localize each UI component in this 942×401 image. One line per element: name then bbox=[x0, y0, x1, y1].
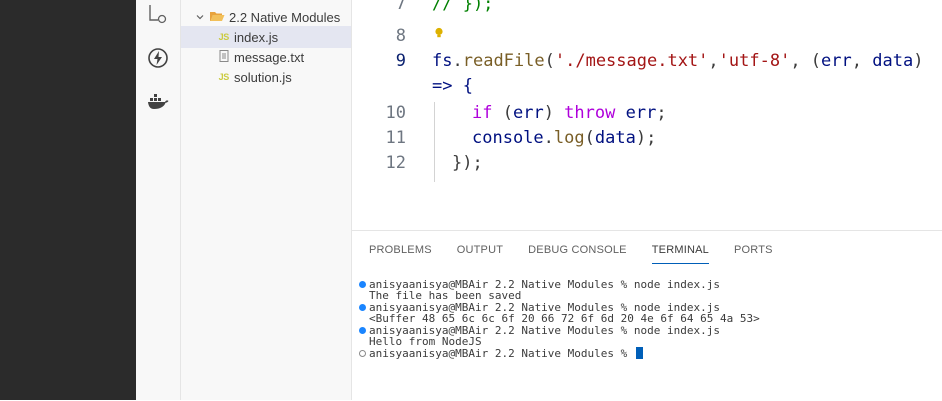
line-number: 12 bbox=[385, 153, 406, 173]
thunder-client-icon[interactable] bbox=[146, 46, 170, 70]
code-line-11: console.log(data); bbox=[472, 128, 656, 148]
line-number: 7 bbox=[395, 0, 406, 14]
folder-open-icon bbox=[209, 10, 229, 25]
bottom-panel: PROBLEMS OUTPUT DEBUG CONSOLE TERMINAL P… bbox=[352, 230, 942, 401]
remote-explorer-icon[interactable] bbox=[146, 2, 170, 26]
tab-debug-console[interactable]: DEBUG CONSOLE bbox=[528, 241, 627, 263]
file-label: index.js bbox=[234, 29, 279, 45]
command-success-icon bbox=[359, 304, 366, 312]
tab-output[interactable]: OUTPUT bbox=[457, 241, 503, 263]
code-token: ( bbox=[544, 51, 555, 71]
file-row-solution-js[interactable]: JS solution.js bbox=[181, 66, 351, 88]
code-token: err bbox=[512, 103, 544, 123]
activity-bar bbox=[136, 0, 181, 400]
code-token: ); bbox=[635, 128, 657, 148]
line-number: 9 bbox=[395, 51, 406, 71]
code-token: , ( bbox=[790, 51, 822, 71]
command-success-icon bbox=[359, 326, 366, 334]
code-token: , bbox=[708, 51, 719, 71]
code-token: => { bbox=[432, 76, 473, 96]
js-file-icon: JS bbox=[218, 72, 230, 82]
docker-icon[interactable] bbox=[146, 90, 170, 114]
code-line-7: // }); bbox=[432, 0, 493, 14]
terminal-text: Hello from NodeJS bbox=[369, 335, 482, 349]
js-file-icon: JS bbox=[218, 32, 230, 42]
code-line-10: if (err) throw err; bbox=[472, 103, 667, 123]
code-token: err bbox=[821, 51, 852, 71]
command-success-icon bbox=[359, 281, 366, 289]
code-token: ( bbox=[584, 128, 595, 148]
file-label: solution.js bbox=[234, 69, 292, 85]
line-number: 11 bbox=[385, 128, 406, 148]
code-token: }); bbox=[452, 153, 483, 173]
tab-problems[interactable]: PROBLEMS bbox=[369, 241, 432, 263]
desktop-background bbox=[0, 0, 136, 400]
comment: // }); bbox=[432, 0, 494, 14]
code-token: . bbox=[543, 128, 554, 148]
text-file-icon bbox=[215, 49, 229, 65]
code-token: log bbox=[553, 128, 585, 148]
code-token: . bbox=[452, 51, 463, 71]
code-token: err bbox=[625, 103, 657, 123]
explorer-sidebar: 2.2 Native Modules JS index.js message.t… bbox=[181, 0, 352, 400]
terminal-line: anisyaanisya@MBAir 2.2 Native Modules % bbox=[358, 346, 760, 360]
code-token: data bbox=[872, 51, 914, 71]
code-token: data bbox=[594, 128, 636, 148]
code-token: , bbox=[851, 51, 873, 71]
tab-terminal[interactable]: TERMINAL bbox=[651, 241, 709, 264]
code-editor[interactable]: 7 // }); 8 9 fs.readFile('./message.txt'… bbox=[352, 0, 942, 230]
code-line-9-wrap: => { bbox=[432, 76, 473, 96]
code-token: ( bbox=[492, 103, 513, 123]
code-token: ) bbox=[913, 51, 924, 71]
code-token: if bbox=[472, 103, 493, 123]
code-line-9: fs.readFile('./message.txt','utf-8', (er… bbox=[432, 51, 923, 71]
code-token: throw bbox=[564, 103, 616, 123]
terminal-line: Hello from NodeJS bbox=[358, 335, 760, 349]
panel-tabs: PROBLEMS OUTPUT DEBUG CONSOLE TERMINAL P… bbox=[369, 241, 798, 264]
folder-label: 2.2 Native Modules bbox=[229, 9, 341, 25]
tab-ports[interactable]: PORTS bbox=[734, 241, 773, 263]
indent-guide bbox=[434, 102, 435, 182]
code-token: readFile bbox=[462, 51, 545, 71]
code-line-12: }); bbox=[452, 153, 483, 173]
file-row-message-txt[interactable]: message.txt bbox=[181, 46, 351, 68]
file-label: message.txt bbox=[234, 49, 305, 65]
chevron-down-icon bbox=[195, 10, 209, 25]
code-token: ; bbox=[656, 103, 667, 123]
code-token: console bbox=[472, 128, 544, 148]
file-row-index-js[interactable]: JS index.js bbox=[181, 26, 351, 48]
lightbulb-icon[interactable] bbox=[434, 24, 444, 44]
terminal-prompt: anisyaanisya@MBAir 2.2 Native Modules % bbox=[369, 346, 634, 360]
line-number: 8 bbox=[395, 26, 406, 46]
folder-row[interactable]: 2.2 Native Modules bbox=[181, 6, 351, 28]
code-token: './message.txt' bbox=[554, 51, 709, 71]
terminal-line: <Buffer 48 65 6c 6c 6f 20 66 72 6f 6d 20… bbox=[358, 312, 760, 326]
code-token: ) bbox=[543, 103, 565, 123]
code-token: 'utf-8' bbox=[718, 51, 791, 71]
code-token: fs bbox=[432, 51, 453, 71]
terminal-cursor bbox=[635, 347, 643, 360]
terminal-output[interactable]: anisyaanisya@MBAir 2.2 Native Modules % … bbox=[358, 279, 760, 360]
command-pending-icon bbox=[359, 349, 366, 357]
line-number: 10 bbox=[385, 103, 406, 123]
terminal-text: <Buffer 48 65 6c 6c 6f 20 66 72 6f 6d 20… bbox=[369, 312, 760, 326]
